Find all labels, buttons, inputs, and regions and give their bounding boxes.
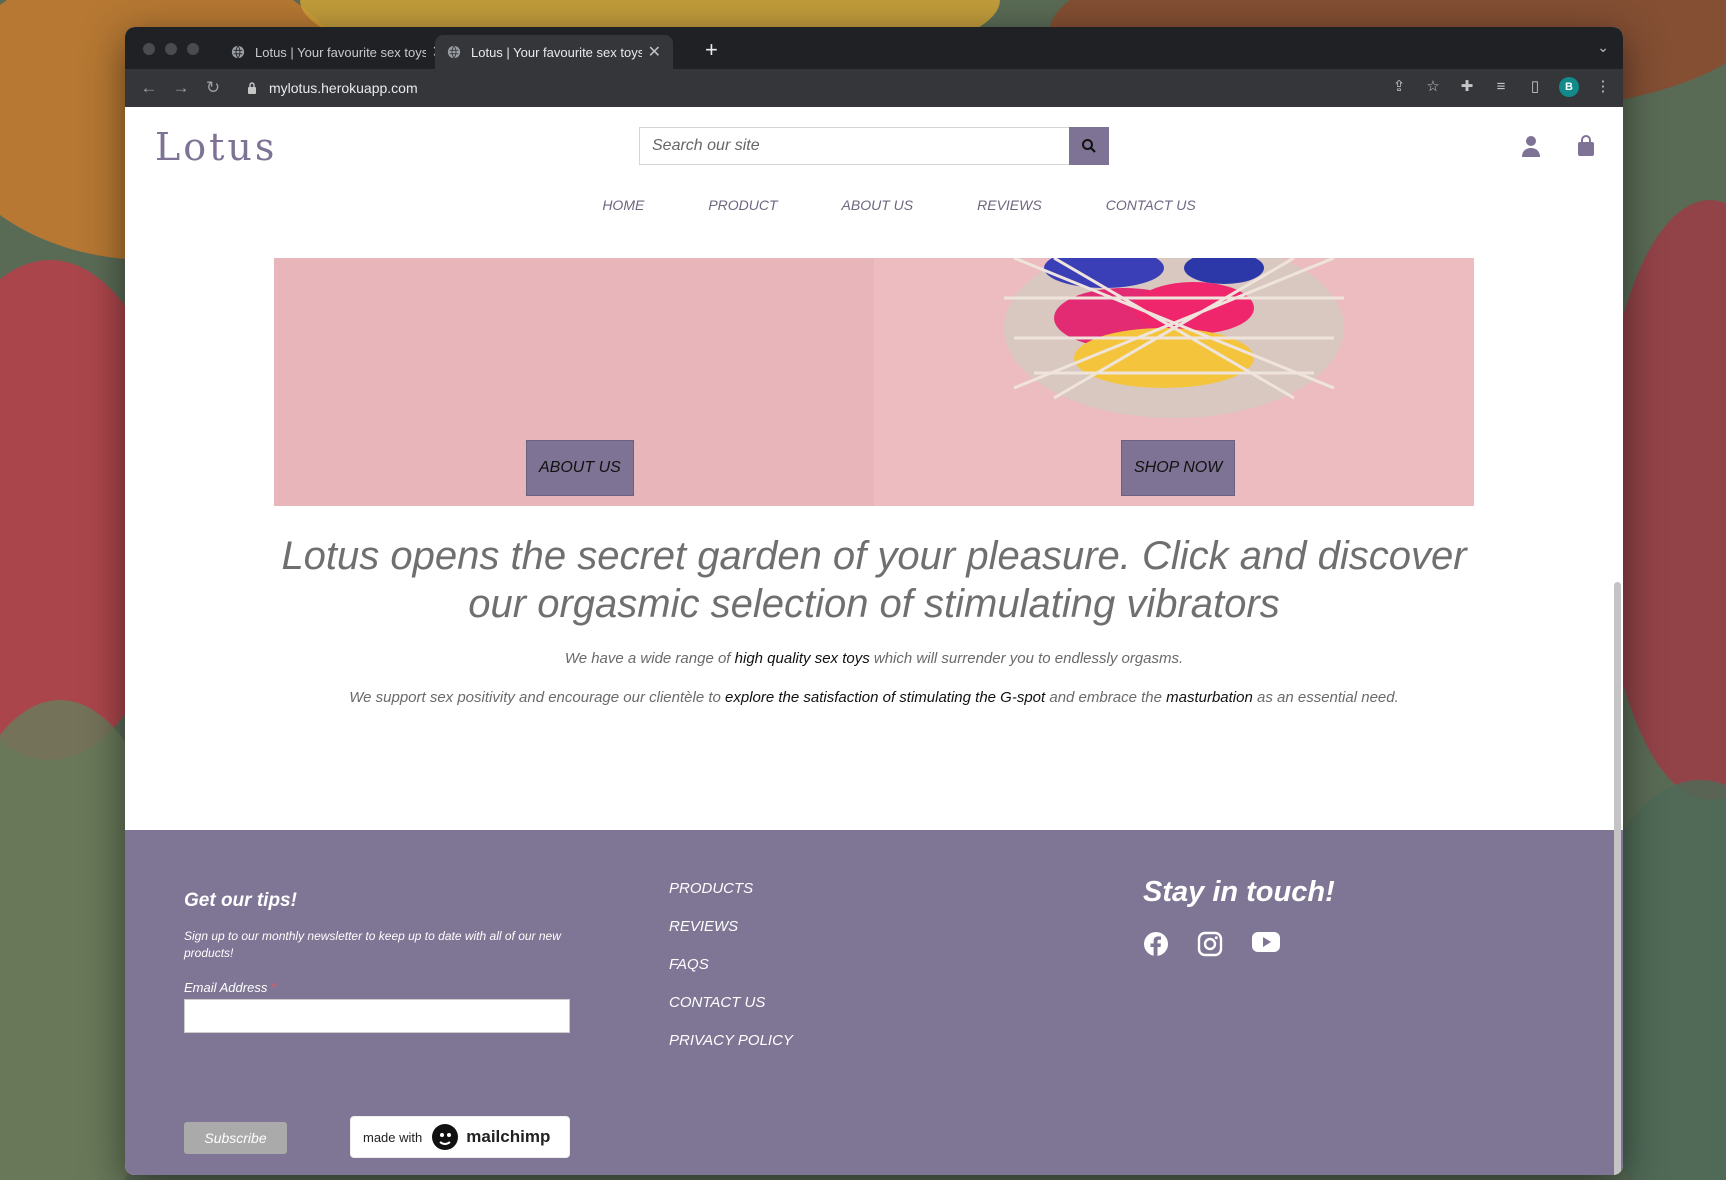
globe-icon — [231, 45, 245, 59]
site-header: Lotus HOME PRODUCT ABOUT US REVIEWS CONT… — [125, 107, 1623, 234]
tab-title: Lotus | Your favourite sex toys — [255, 44, 426, 60]
site-logo[interactable]: Lotus — [155, 125, 277, 169]
tab-search-icon[interactable]: ⌄ — [1597, 39, 1609, 56]
email-field[interactable] — [184, 999, 570, 1033]
tab-bar: Lotus | Your favourite sex toys ✕ Lotus … — [125, 27, 1623, 69]
search-form — [639, 127, 1109, 165]
reload-button[interactable]: ↻ — [197, 78, 229, 98]
back-button[interactable]: ← — [133, 78, 165, 98]
shop-now-button[interactable]: SHOP NOW — [1121, 440, 1236, 496]
page-scrollbar[interactable] — [1614, 582, 1621, 1175]
footer-link-reviews[interactable]: REVIEWS — [669, 918, 793, 935]
search-input[interactable] — [639, 127, 1069, 165]
bookmark-star-icon[interactable]: ☆ — [1423, 77, 1443, 97]
new-tab-button[interactable]: + — [705, 37, 718, 63]
masturbation-link[interactable]: masturbation — [1166, 689, 1253, 706]
email-label: Email Address * — [184, 980, 277, 995]
facebook-icon[interactable] — [1143, 931, 1169, 957]
user-account-icon[interactable] — [1521, 135, 1541, 157]
hero-banner: ABOUT US SHOP NOW — [274, 258, 1474, 506]
nav-contact-us[interactable]: CONTACT US — [1106, 197, 1196, 213]
social-section: Stay in touch! — [1143, 876, 1335, 957]
intro-paragraph-1: We have a wide range of high quality sex… — [564, 650, 1184, 667]
tab-title: Lotus | Your favourite sex toys — [471, 44, 642, 60]
reading-list-icon[interactable]: ≡ — [1491, 77, 1511, 97]
mailchimp-badge[interactable]: made with mailchimp — [350, 1116, 570, 1158]
newsletter-section: Get our tips! Sign up to our monthly new… — [184, 890, 584, 1158]
nav-home[interactable]: HOME — [602, 197, 644, 213]
browser-tab[interactable]: Lotus | Your favourite sex toys ✕ — [219, 35, 457, 69]
extensions-icon[interactable]: ✚ — [1457, 77, 1477, 97]
nav-about-us[interactable]: ABOUT US — [842, 197, 914, 213]
search-icon — [1082, 139, 1096, 153]
newsletter-note: Sign up to our monthly newsletter to kee… — [184, 929, 561, 960]
hero-left-panel: ABOUT US — [274, 258, 874, 506]
forward-button[interactable]: → — [165, 78, 197, 98]
share-icon[interactable]: ⇪ — [1389, 77, 1409, 97]
subscribe-button[interactable]: Subscribe — [184, 1122, 287, 1154]
about-us-button[interactable]: ABOUT US — [526, 440, 634, 496]
intro-section: Lotus opens the secret garden of your pl… — [274, 532, 1474, 706]
newsletter-title: Get our tips! — [184, 890, 297, 911]
web-page: Lotus HOME PRODUCT ABOUT US REVIEWS CONT… — [125, 107, 1623, 1175]
nav-reviews[interactable]: REVIEWS — [977, 197, 1042, 213]
hero-right-panel: SHOP NOW — [874, 258, 1474, 506]
close-tab-icon[interactable]: ✕ — [648, 42, 661, 62]
footer-link-products[interactable]: PRODUCTS — [669, 880, 793, 897]
mailchimp-logo-icon — [432, 1124, 459, 1150]
globe-icon — [447, 45, 461, 59]
g-spot-link[interactable]: explore the satisfaction of stimulating … — [725, 689, 1045, 706]
footer-link-contact-us[interactable]: CONTACT US — [669, 994, 793, 1011]
site-footer: Get our tips! Sign up to our monthly new… — [125, 830, 1623, 1175]
more-menu-icon[interactable]: ⋮ — [1593, 77, 1613, 97]
instagram-icon[interactable] — [1197, 931, 1223, 957]
high-quality-link[interactable]: high quality sex toys — [735, 650, 870, 667]
window-controls[interactable] — [143, 43, 199, 55]
browser-tab-active[interactable]: Lotus | Your favourite sex toys ✕ — [435, 35, 673, 69]
nav-product[interactable]: PRODUCT — [708, 197, 777, 213]
browser-toolbar: ← → ↻ mylotus.herokuapp.com ⇪ ☆ ✚ ≡ ▯ B … — [125, 69, 1623, 107]
url-text: mylotus.herokuapp.com — [269, 80, 418, 96]
footer-links: PRODUCTS REVIEWS FAQS CONTACT US PRIVACY… — [669, 880, 793, 1049]
footer-link-privacy-policy[interactable]: PRIVACY POLICY — [669, 1032, 793, 1049]
side-panel-icon[interactable]: ▯ — [1525, 77, 1545, 97]
youtube-icon[interactable] — [1251, 931, 1281, 953]
intro-headline: Lotus opens the secret garden of your pl… — [281, 534, 1467, 626]
profile-avatar[interactable]: B — [1559, 77, 1579, 97]
footer-link-faqs[interactable]: FAQS — [669, 956, 793, 973]
browser-window: Lotus | Your favourite sex toys ✕ Lotus … — [125, 27, 1623, 1175]
search-button[interactable] — [1069, 127, 1109, 165]
address-bar[interactable]: mylotus.herokuapp.com — [247, 80, 418, 96]
social-title: Stay in touch! — [1143, 876, 1335, 908]
main-nav: HOME PRODUCT ABOUT US REVIEWS CONTACT US — [125, 197, 1623, 213]
intro-paragraph-2: We support sex positivity and encourage … — [349, 689, 1399, 706]
shopping-bag-icon[interactable] — [1577, 135, 1595, 157]
required-mark: * — [270, 980, 277, 995]
lock-icon — [248, 82, 256, 94]
